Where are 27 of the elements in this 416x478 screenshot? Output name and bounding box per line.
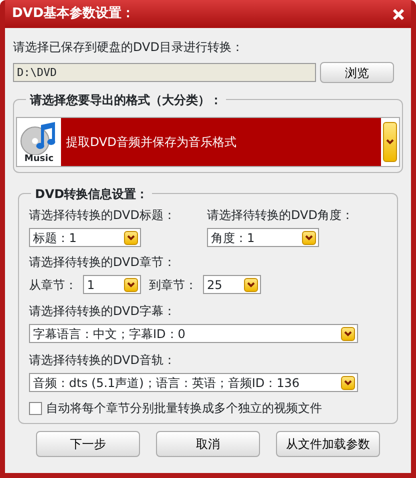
browse-button[interactable]: 浏览 <box>320 62 394 83</box>
group-title: DVD转换信息设置： <box>31 185 152 203</box>
dropdown[interactable]: 标题：1 <box>29 228 141 247</box>
label: 请选择已保存到硬盘的DVD目录进行转换： <box>13 39 244 56</box>
dropdown[interactable]: 字幕语言：中文；字幕ID：0 <box>29 324 358 343</box>
window-title: DVD基本参数设置： <box>12 5 135 24</box>
format-dropdown[interactable]: Music 提取DVD音频并保存为音乐格式 <box>16 117 400 167</box>
dialog-button[interactable]: 取消 <box>156 431 260 457</box>
dialog-button[interactable]: 从文件加载参数 <box>276 431 380 457</box>
checkbox-label: 自动将每个章节分别批量转换成多个独立的视频文件 <box>46 400 322 417</box>
label: 从章节： <box>29 276 77 294</box>
group-title: 请选择您要导出的格式（大分类）： <box>26 91 226 109</box>
label: 请选择待转换的DVD字幕： <box>29 303 176 320</box>
dropdown[interactable]: 1 <box>83 275 141 294</box>
dropdown[interactable]: 角度：1 <box>207 228 319 247</box>
dropdown[interactable]: 音频：dts (5.1声道)；语言：英语；音频ID：136 <box>29 373 358 392</box>
label: 请选择待转换的DVD标题： <box>29 207 176 224</box>
dialog-button[interactable]: 下一步 <box>36 431 140 457</box>
label: 请选择待转换的DVD角度： <box>207 207 354 224</box>
path-field[interactable]: D:\DVD <box>13 63 316 82</box>
icon-caption: Music <box>24 154 54 164</box>
label: 到章节： <box>149 276 197 294</box>
dropdown[interactable]: 25 <box>203 275 261 294</box>
label: 请选择待转换的DVD章节： <box>29 254 176 271</box>
label: 请选择待转换的DVD音轨： <box>29 352 176 369</box>
checkbox[interactable] <box>29 402 42 414</box>
close-icon[interactable] <box>392 8 405 20</box>
